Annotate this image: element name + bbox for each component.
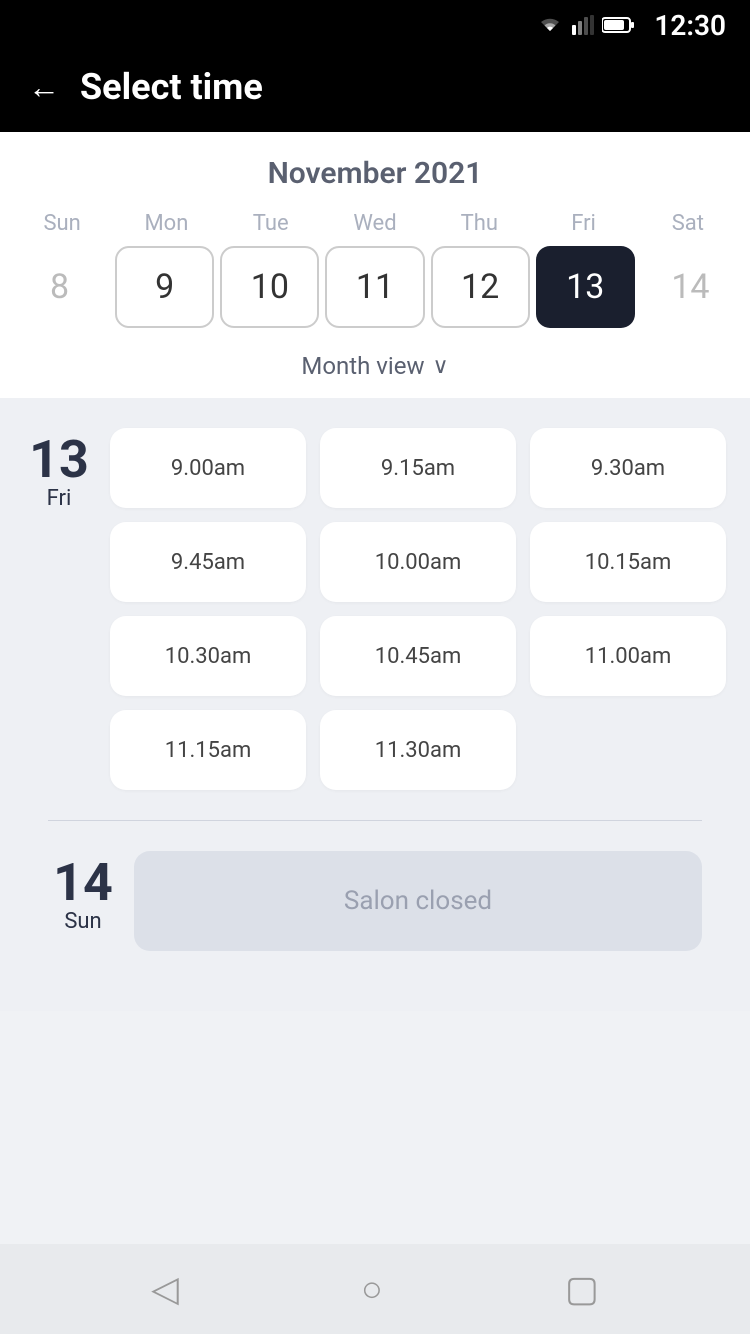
day-13-number: 13 bbox=[29, 434, 89, 486]
page-title: Select time bbox=[80, 66, 263, 108]
cal-day-13[interactable]: 13 bbox=[536, 246, 635, 328]
day-14-section: 14 Sun Salon closed bbox=[24, 851, 726, 981]
salon-closed-box: Salon closed bbox=[134, 851, 702, 951]
day-header-sun: Sun bbox=[10, 211, 114, 236]
status-time: 12:30 bbox=[654, 9, 726, 42]
cal-day-10[interactable]: 10 bbox=[220, 246, 319, 328]
day-13-name: Fri bbox=[47, 486, 72, 511]
month-view-toggle[interactable]: Month view ∨ bbox=[0, 338, 750, 398]
day-13-label: 13 Fri bbox=[24, 428, 94, 790]
time-slot-1045am[interactable]: 10.45am bbox=[320, 616, 516, 696]
day-header-sat: Sat bbox=[636, 211, 740, 236]
day-13-section: 13 Fri 9.00am 9.15am 9.30am 9.45am 10.00… bbox=[24, 428, 726, 790]
cal-day-8[interactable]: 8 bbox=[10, 246, 109, 328]
month-year-title: November 2021 bbox=[0, 156, 750, 191]
calendar-section: November 2021 Sun Mon Tue Wed Thu Fri Sa… bbox=[0, 132, 750, 398]
chevron-down-icon: ∨ bbox=[433, 354, 449, 379]
calendar-week-row: 8 9 10 11 12 13 14 bbox=[0, 246, 750, 338]
nav-home-button[interactable]: ○ bbox=[361, 1268, 383, 1310]
battery-icon bbox=[602, 16, 634, 34]
day-14-number: 14 bbox=[53, 857, 113, 909]
time-slot-930am[interactable]: 9.30am bbox=[530, 428, 726, 508]
day-header-wed: Wed bbox=[323, 211, 427, 236]
wifi-icon bbox=[536, 15, 564, 35]
day-header-thu: Thu bbox=[427, 211, 531, 236]
status-icons bbox=[536, 15, 634, 35]
cal-day-12[interactable]: 12 bbox=[431, 246, 530, 328]
day-13-slots-grid: 9.00am 9.15am 9.30am 9.45am 10.00am 10.1… bbox=[110, 428, 726, 790]
time-slot-945am[interactable]: 9.45am bbox=[110, 522, 306, 602]
back-button[interactable]: ← bbox=[28, 71, 60, 103]
time-slot-1130am[interactable]: 11.30am bbox=[320, 710, 516, 790]
time-slot-900am[interactable]: 9.00am bbox=[110, 428, 306, 508]
time-slot-915am[interactable]: 9.15am bbox=[320, 428, 516, 508]
month-view-label: Month view bbox=[301, 352, 424, 380]
time-slot-1030am[interactable]: 10.30am bbox=[110, 616, 306, 696]
header: ← Select time bbox=[0, 50, 750, 132]
time-slots-section: 13 Fri 9.00am 9.15am 9.30am 9.45am 10.00… bbox=[0, 398, 750, 1011]
time-slot-1000am[interactable]: 10.00am bbox=[320, 522, 516, 602]
bottom-nav: ◁ ○ ▢ bbox=[0, 1244, 750, 1334]
day-header-tue: Tue bbox=[219, 211, 323, 236]
time-slot-1115am[interactable]: 11.15am bbox=[110, 710, 306, 790]
day-header-fri: Fri bbox=[531, 211, 635, 236]
section-divider bbox=[48, 820, 702, 821]
day-14-label: 14 Sun bbox=[48, 851, 118, 951]
cal-day-9[interactable]: 9 bbox=[115, 246, 214, 328]
status-bar: 12:30 bbox=[0, 0, 750, 50]
time-slot-1100am[interactable]: 11.00am bbox=[530, 616, 726, 696]
cal-day-14[interactable]: 14 bbox=[641, 246, 740, 328]
nav-recent-button[interactable]: ▢ bbox=[565, 1268, 599, 1310]
day-14-name: Sun bbox=[64, 909, 101, 934]
signal-icon bbox=[572, 15, 594, 35]
cal-day-11[interactable]: 11 bbox=[325, 246, 424, 328]
day-headers-row: Sun Mon Tue Wed Thu Fri Sat bbox=[0, 211, 750, 236]
day-header-mon: Mon bbox=[114, 211, 218, 236]
salon-closed-text: Salon closed bbox=[344, 886, 492, 916]
nav-back-button[interactable]: ◁ bbox=[151, 1268, 179, 1310]
time-slot-1015am[interactable]: 10.15am bbox=[530, 522, 726, 602]
